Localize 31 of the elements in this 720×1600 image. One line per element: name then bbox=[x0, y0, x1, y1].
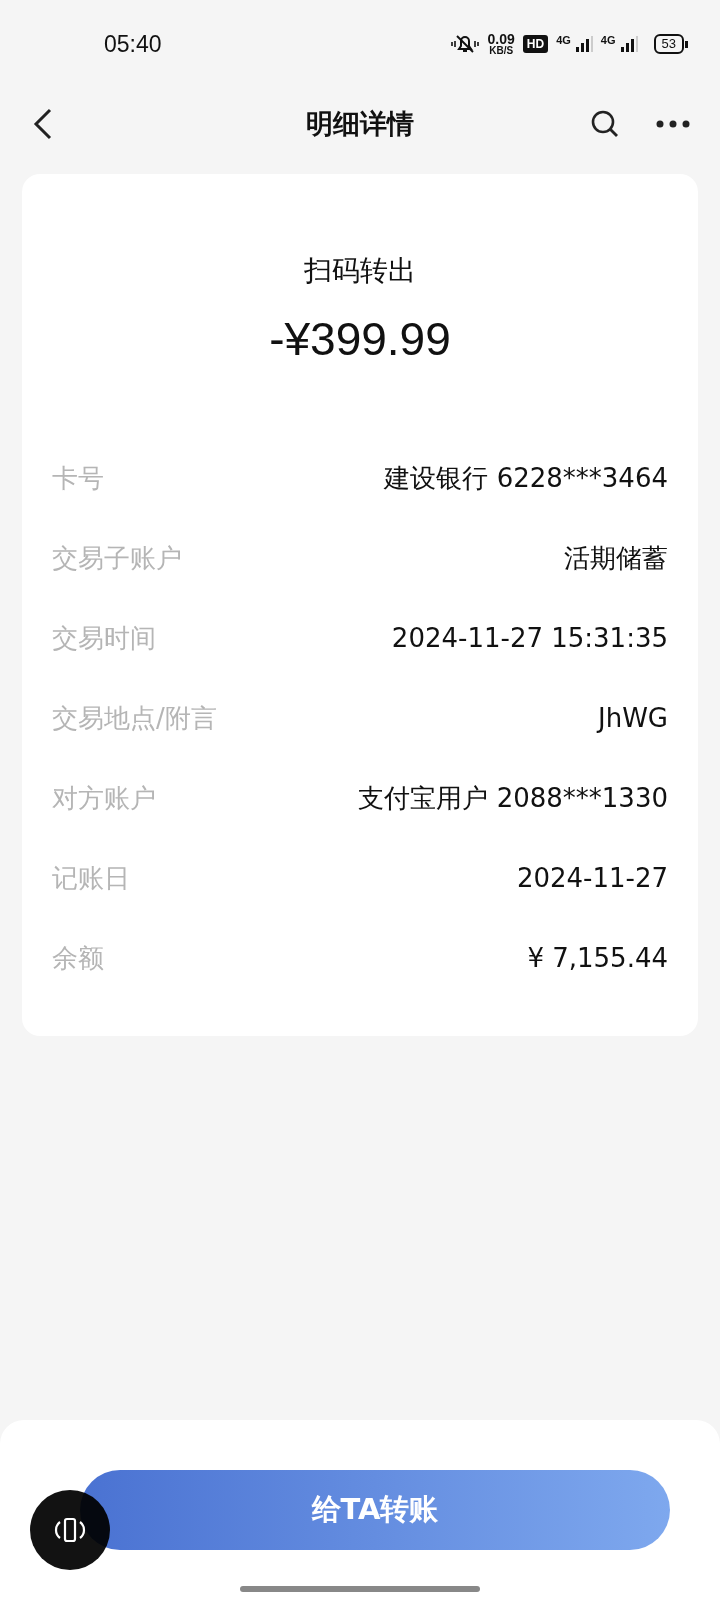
search-icon[interactable] bbox=[590, 109, 620, 139]
more-icon[interactable] bbox=[656, 120, 690, 128]
battery-level: 53 bbox=[653, 34, 684, 54]
detail-label: 交易地点/附言 bbox=[52, 701, 217, 735]
detail-value: 活期储蓄 bbox=[564, 541, 668, 575]
detail-label: 交易时间 bbox=[52, 621, 156, 655]
network-type: 4G bbox=[556, 34, 571, 46]
network-type: 4G bbox=[600, 34, 616, 46]
mute-bell-icon bbox=[449, 33, 480, 55]
rotate-phone-icon bbox=[54, 1516, 86, 1544]
detail-label: 对方账户 bbox=[52, 781, 156, 815]
network-speed: 0.09 bbox=[487, 32, 515, 46]
detail-label: 卡号 bbox=[52, 461, 104, 495]
detail-label: 余额 bbox=[52, 941, 104, 975]
detail-value: JhWG bbox=[598, 703, 668, 733]
detail-label: 交易子账户 bbox=[52, 541, 182, 575]
transaction-type: 扫码转出 bbox=[304, 253, 416, 289]
detail-value: 支付宝用户 2088***1330 bbox=[358, 781, 668, 815]
hd-badge: HD bbox=[522, 35, 549, 53]
transaction-amount: -¥399.99 bbox=[269, 312, 451, 366]
status-time: 05:40 bbox=[104, 30, 162, 58]
back-icon[interactable] bbox=[33, 108, 53, 140]
speed-unit: KB/S bbox=[489, 46, 514, 56]
detail-value: 2024-11-27 bbox=[516, 863, 668, 893]
page-title: 明细详情 bbox=[306, 107, 414, 141]
signal-icon bbox=[619, 35, 638, 53]
detail-label: 记账日 bbox=[52, 861, 130, 895]
signal-icon bbox=[574, 35, 593, 53]
detail-value: 建设银行 6228***3464 bbox=[384, 461, 668, 495]
detail-value: ¥ 7,155.44 bbox=[527, 943, 668, 973]
detail-value: 2024-11-27 15:31:35 bbox=[391, 623, 668, 653]
